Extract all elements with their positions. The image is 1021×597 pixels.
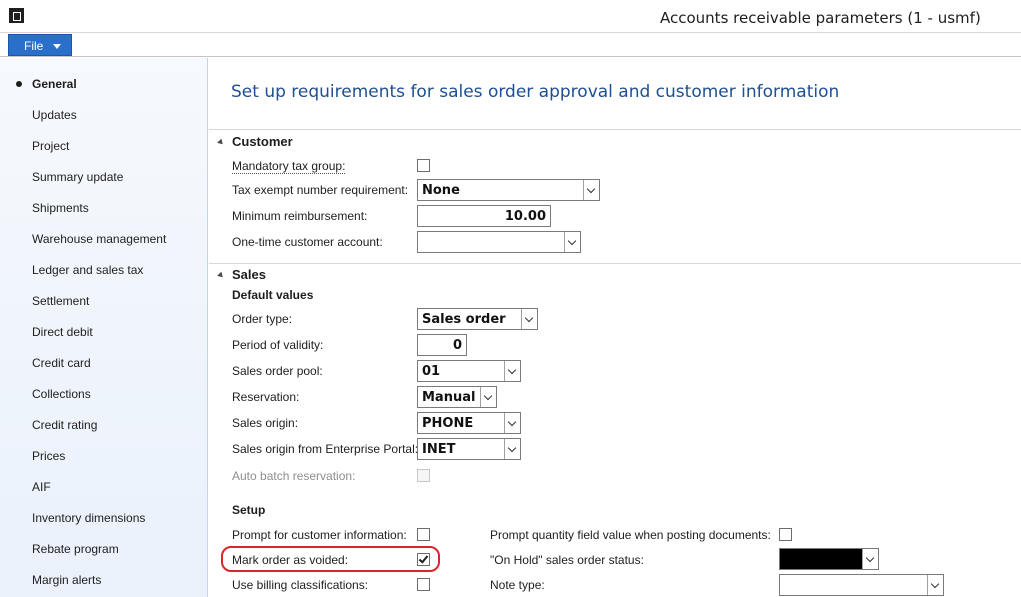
sidebar-item-inventory-dimensions[interactable]: Inventory dimensions <box>32 511 145 525</box>
prompt-customer-info-label: Prompt for customer information: <box>232 528 407 542</box>
page-title: Set up requirements for sales order appr… <box>231 82 839 102</box>
main-content: Set up requirements for sales order appr… <box>209 58 1021 597</box>
sales-group-header[interactable]: Sales <box>232 267 266 282</box>
default-values-subheader: Default values <box>232 288 313 302</box>
sidebar-item-ledger-and-sales-tax[interactable]: Ledger and sales tax <box>32 263 143 277</box>
divider <box>209 129 1021 130</box>
chevron-down-icon[interactable] <box>927 575 943 595</box>
order-type-label: Order type: <box>232 312 292 326</box>
on-hold-status-select[interactable] <box>779 548 879 570</box>
chevron-down-icon <box>53 44 61 49</box>
note-type-select[interactable] <box>779 574 944 596</box>
sidebar-item-credit-rating[interactable]: Credit rating <box>32 418 97 432</box>
period-validity-input[interactable]: 0 <box>417 334 467 356</box>
one-time-account-select[interactable] <box>417 231 581 253</box>
sidebar-item-updates[interactable]: Updates <box>32 108 77 122</box>
tax-exempt-label: Tax exempt number requirement: <box>232 183 408 197</box>
chevron-down-icon[interactable] <box>583 180 599 200</box>
order-type-value: Sales order <box>422 312 506 327</box>
prompt-quantity-checkbox[interactable] <box>779 528 792 541</box>
order-type-select[interactable]: Sales order <box>417 308 538 330</box>
prompt-quantity-label: Prompt quantity field value when posting… <box>490 528 771 542</box>
tax-exempt-value: None <box>422 183 460 198</box>
sales-origin-portal-value: INET <box>422 442 455 457</box>
sidebar-item-summary-update[interactable]: Summary update <box>32 170 123 184</box>
sales-origin-select[interactable]: PHONE <box>417 412 521 434</box>
sidebar-item-project[interactable]: Project <box>32 139 69 153</box>
chevron-down-icon[interactable] <box>480 387 496 407</box>
title-bar: Accounts receivable parameters (1 - usmf… <box>0 0 1021 33</box>
app-icon[interactable] <box>9 8 24 23</box>
billing-classifications-checkbox[interactable] <box>417 578 430 591</box>
setup-subheader: Setup <box>232 503 265 517</box>
note-type-label: Note type: <box>490 578 545 592</box>
sidebar-item-settlement[interactable]: Settlement <box>32 294 89 308</box>
sidebar-item-rebate-program[interactable]: Rebate program <box>32 542 119 556</box>
order-pool-label: Sales order pool: <box>232 364 323 378</box>
sidebar-item-prices[interactable]: Prices <box>32 449 65 463</box>
on-hold-status-label: "On Hold" sales order status: <box>490 553 644 567</box>
sales-origin-value: PHONE <box>422 416 473 431</box>
auto-batch-label: Auto batch reservation: <box>232 469 355 483</box>
menu-bar: File <box>0 33 1021 57</box>
billing-classifications-label: Use billing classifications: <box>232 578 368 592</box>
tax-exempt-select[interactable]: None <box>417 179 600 201</box>
chevron-down-icon[interactable] <box>564 232 580 252</box>
reservation-value: Manual <box>422 390 475 405</box>
sidebar-item-shipments[interactable]: Shipments <box>32 201 89 215</box>
chevron-down-icon[interactable] <box>504 361 520 381</box>
file-menu-label: File <box>24 39 43 53</box>
chevron-down-icon[interactable] <box>521 309 537 329</box>
sidebar-item-credit-card[interactable]: Credit card <box>32 356 91 370</box>
period-validity-label: Period of validity: <box>232 338 323 352</box>
chevron-down-icon[interactable] <box>504 439 520 459</box>
prompt-customer-info-checkbox[interactable] <box>417 528 430 541</box>
chevron-down-icon[interactable] <box>862 549 878 569</box>
mandatory-tax-group-checkbox[interactable] <box>417 159 430 172</box>
collapse-triangle-icon[interactable] <box>217 272 225 280</box>
chevron-down-icon[interactable] <box>504 413 520 433</box>
sidebar-item-aif[interactable]: AIF <box>32 480 51 494</box>
sidebar: General Updates Project Summary update S… <box>0 58 208 597</box>
order-pool-value: 01 <box>422 364 440 379</box>
min-reimbursement-label: Minimum reimbursement: <box>232 209 367 223</box>
active-bullet-icon <box>16 81 22 87</box>
window-title: Accounts receivable parameters (1 - usmf… <box>660 9 981 27</box>
sales-origin-label: Sales origin: <box>232 416 298 430</box>
sales-origin-portal-label: Sales origin from Enterprise Portal: <box>232 442 418 456</box>
divider <box>209 263 1021 264</box>
sidebar-item-general[interactable]: General <box>32 77 77 91</box>
auto-batch-checkbox <box>417 469 430 482</box>
order-pool-select[interactable]: 01 <box>417 360 521 382</box>
reservation-select[interactable]: Manual <box>417 386 497 408</box>
mandatory-tax-group-label: Mandatory tax group: <box>232 159 345 174</box>
min-reimbursement-input[interactable]: 10.00 <box>417 205 551 227</box>
sidebar-item-warehouse-management[interactable]: Warehouse management <box>32 232 166 246</box>
sidebar-item-margin-alerts[interactable]: Margin alerts <box>32 573 101 587</box>
one-time-account-label: One-time customer account: <box>232 235 383 249</box>
sidebar-item-collections[interactable]: Collections <box>32 387 91 401</box>
reservation-label: Reservation: <box>232 390 299 404</box>
collapse-triangle-icon[interactable] <box>217 139 225 147</box>
customer-group-header[interactable]: Customer <box>232 134 293 149</box>
file-menu-button[interactable]: File <box>8 34 72 56</box>
annotation-highlight <box>221 546 440 572</box>
sales-origin-portal-select[interactable]: INET <box>417 438 521 460</box>
sidebar-item-direct-debit[interactable]: Direct debit <box>32 325 93 339</box>
